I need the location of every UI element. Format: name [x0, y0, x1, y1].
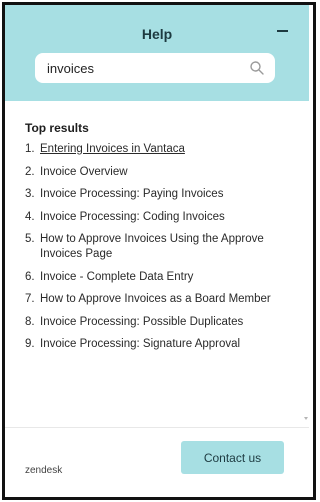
- result-link[interactable]: Invoice - Complete Data Entry: [40, 270, 291, 285]
- results-list: 1. Entering Invoices in Vantaca 2. Invoi…: [25, 142, 291, 360]
- minimize-button[interactable]: [273, 22, 291, 40]
- widget-title: Help: [141, 26, 173, 42]
- result-link[interactable]: How to Approve Invoices Using the Approv…: [40, 232, 291, 262]
- result-number: 1.: [25, 143, 35, 155]
- contact-us-button[interactable]: Contact us: [181, 441, 284, 474]
- minus-icon: [276, 30, 288, 32]
- search-box[interactable]: [35, 53, 275, 83]
- zendesk-logo: zendesk: [25, 465, 63, 476]
- result-number: 3.: [25, 188, 35, 200]
- result-item[interactable]: 7. How to Approve Invoices as a Board Me…: [25, 292, 291, 307]
- result-item[interactable]: 8. Invoice Processing: Possible Duplicat…: [25, 315, 291, 330]
- result-item[interactable]: 1. Entering Invoices in Vantaca: [25, 142, 291, 157]
- help-widget: Help Top results 1. Entering Invoices in…: [2, 2, 316, 500]
- result-link[interactable]: Invoice Processing: Possible Duplicates: [40, 315, 291, 330]
- search-input[interactable]: [47, 58, 237, 78]
- result-number: 9.: [25, 338, 35, 350]
- result-link[interactable]: Invoice Processing: Coding Invoices: [40, 210, 291, 225]
- scroll-down-icon[interactable]: [304, 417, 308, 420]
- result-item[interactable]: 2. Invoice Overview: [25, 165, 291, 180]
- result-link[interactable]: Invoice Overview: [40, 165, 291, 180]
- widget-header: Help: [5, 5, 309, 101]
- result-item[interactable]: 4. Invoice Processing: Coding Invoices: [25, 210, 291, 225]
- result-link[interactable]: Invoice Processing: Signature Approval: [40, 337, 291, 352]
- result-number: 4.: [25, 210, 35, 223]
- result-item[interactable]: 9. Invoice Processing: Signature Approva…: [25, 337, 291, 352]
- result-number: 2.: [25, 165, 35, 178]
- result-link[interactable]: How to Approve Invoices as a Board Membe…: [40, 292, 291, 307]
- results-scrollbar[interactable]: [303, 101, 309, 425]
- result-number: 5.: [25, 233, 35, 245]
- result-item[interactable]: 3. Invoice Processing: Paying Invoices: [25, 187, 291, 202]
- result-item[interactable]: 6. Invoice - Complete Data Entry: [25, 270, 291, 285]
- results-panel: Top results 1. Entering Invoices in Vant…: [5, 101, 309, 421]
- result-item[interactable]: 5. How to Approve Invoices Using the App…: [25, 232, 291, 262]
- result-link[interactable]: Invoice Processing: Paying Invoices: [40, 187, 291, 202]
- result-link[interactable]: Entering Invoices in Vantaca: [40, 142, 291, 157]
- search-icon[interactable]: [249, 60, 265, 76]
- result-number: 7.: [25, 293, 35, 305]
- result-number: 6.: [25, 270, 35, 283]
- results-heading: Top results: [25, 121, 89, 135]
- widget-footer: zendesk Contact us: [5, 427, 309, 497]
- result-number: 8.: [25, 315, 35, 328]
